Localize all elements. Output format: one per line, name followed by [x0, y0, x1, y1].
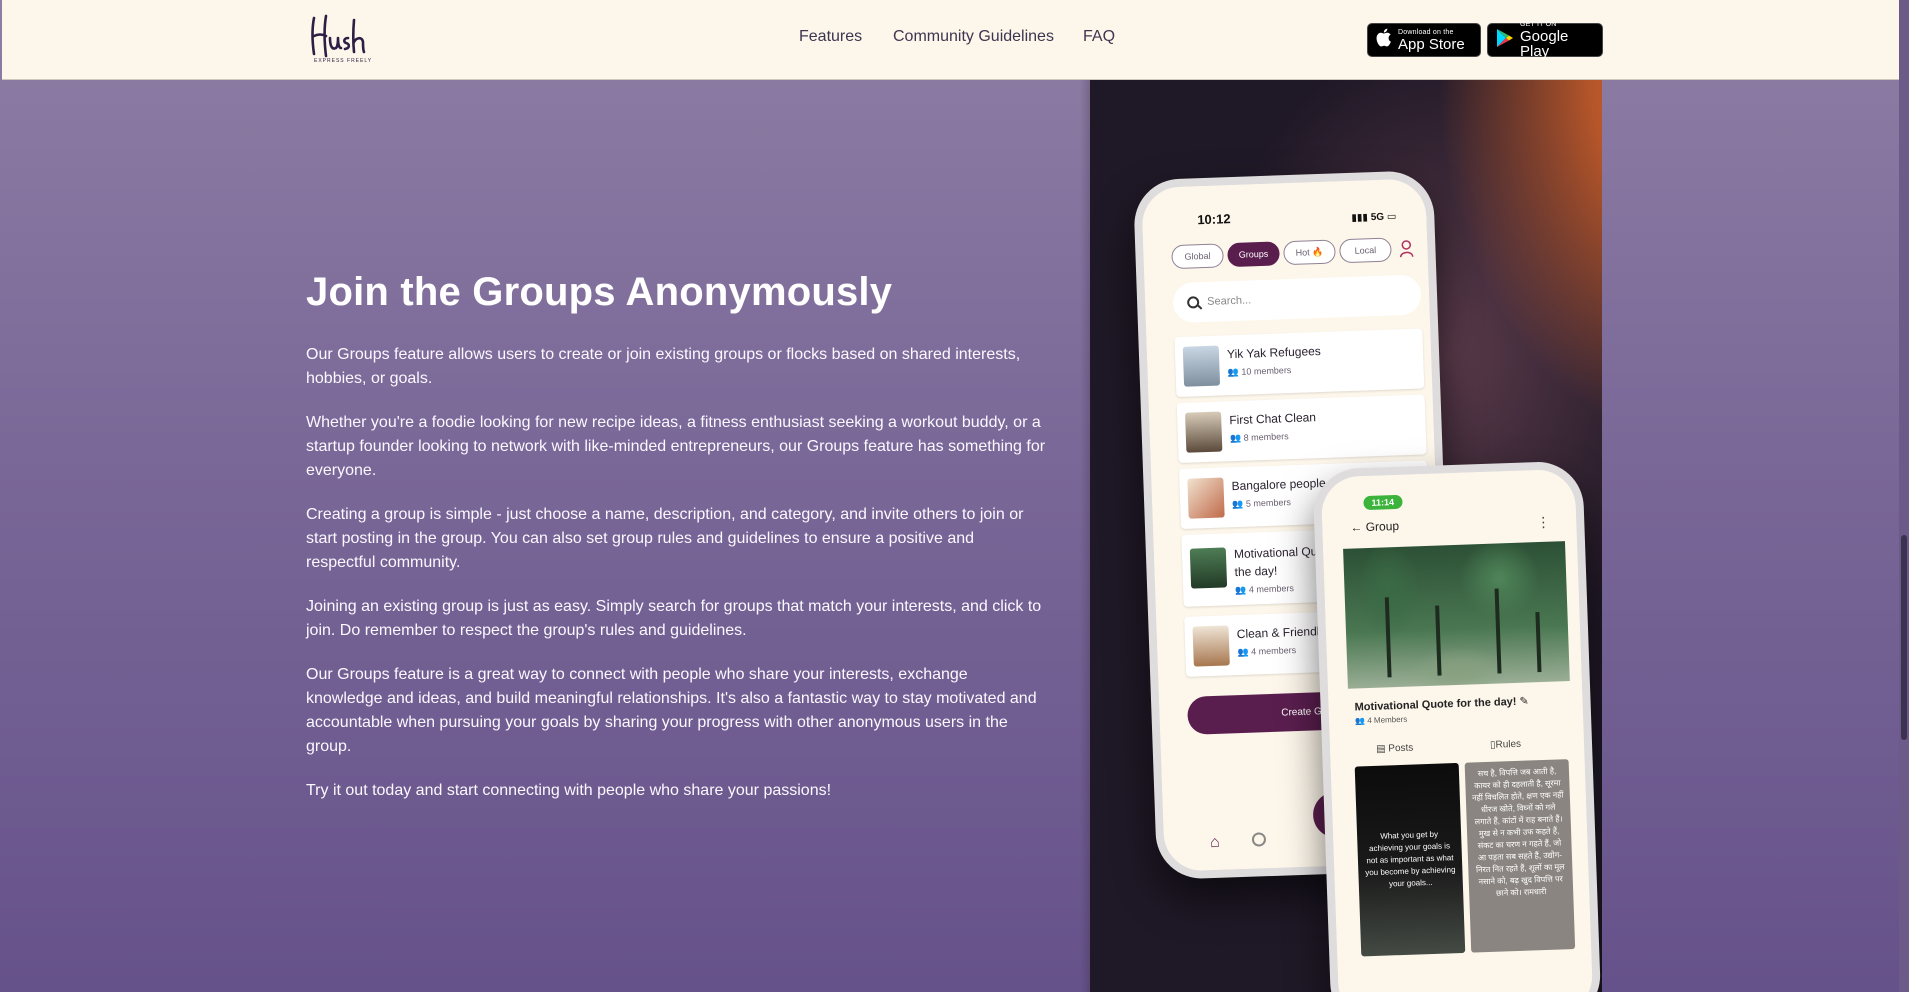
google-play-button[interactable]: GET IT ON Google Play — [1487, 21, 1603, 60]
app-store-big-text: App Store — [1398, 35, 1465, 53]
group-cover-image — [1343, 541, 1570, 689]
group-name: Yik Yak Refugees — [1226, 343, 1322, 362]
status-signal: ▮▮▮ 5G ▭ — [1351, 211, 1396, 224]
main-nav: Features Community Guidelines FAQ — [2, 28, 1905, 52]
group-members-count: 8 members — [1243, 431, 1289, 443]
tab-posts-label: Posts — [1388, 742, 1414, 755]
group-thumbnail — [1192, 625, 1230, 667]
group-thumbnail — [1185, 411, 1223, 453]
google-play-big-text: Google Play — [1520, 28, 1569, 60]
paragraph-4: Joining an existing group is just as eas… — [306, 598, 1042, 639]
members-icon: 👥 — [1227, 366, 1242, 378]
nav-faq[interactable]: FAQ — [1083, 28, 1115, 46]
tab-rules-label: Rules — [1495, 738, 1522, 751]
group-members-count: 10 members — [1241, 365, 1292, 377]
paragraph-1: Our Groups feature allows users to creat… — [306, 346, 1021, 387]
phone-screen: 11:14 ← Group ⋮ Motivational Quote for t… — [1320, 468, 1594, 992]
group-members-count: 4 members — [1250, 645, 1297, 657]
posts-icon: ▤ — [1375, 743, 1389, 755]
site-header: EXPRESS FREELY Features Community Guidel… — [2, 0, 1905, 80]
group-members: 👥 4 members — [1235, 583, 1294, 596]
network-label: 5G — [1370, 211, 1385, 224]
tab-posts[interactable]: ▤ Posts — [1376, 743, 1414, 755]
group-name: First Chat Clean — [1229, 410, 1317, 428]
scrollbar-thumb[interactable] — [1901, 535, 1907, 740]
members-icon: 👥 — [1237, 646, 1252, 658]
edit-icon[interactable]: ✎ — [1519, 695, 1529, 707]
group-name: Bangalore people — [1231, 475, 1326, 494]
group-members: 👥 4 members — [1237, 645, 1296, 658]
group-members: 👥 5 members — [1232, 497, 1291, 510]
post-text: सच है, विपत्ति जब आती है, कायर को ही दहल… — [1471, 766, 1565, 898]
home-icon[interactable]: ⌂ — [1210, 834, 1220, 852]
post-text: What you get by achieving your goals is … — [1365, 829, 1456, 889]
google-play-icon — [1496, 28, 1514, 53]
group-title: Motivational Quote for the day! ✎ — [1354, 694, 1529, 713]
group-row[interactable]: Yik Yak Refugees 👥 10 members — [1174, 328, 1425, 398]
status-time: 11:14 — [1363, 494, 1403, 511]
group-header: ← Group — [1350, 519, 1399, 535]
search-icon — [1186, 296, 1200, 309]
logo-tagline: EXPRESS FREELY — [314, 58, 373, 64]
search-nav-icon[interactable] — [1251, 832, 1267, 847]
tab-groups[interactable]: Groups — [1227, 241, 1280, 268]
nav-community-guidelines[interactable]: Community Guidelines — [893, 28, 1054, 46]
paragraph-2: Whether you're a foodie looking for new … — [306, 414, 1046, 479]
group-members: 👥 10 members — [1227, 365, 1291, 378]
members-icon: 👥 — [1232, 498, 1247, 510]
apple-icon — [1376, 28, 1392, 52]
group-thumbnail — [1189, 547, 1228, 589]
group-row[interactable]: First Chat Clean 👥 8 members — [1176, 394, 1427, 464]
section-title: Join the Groups Anonymously — [306, 270, 893, 314]
tab-local[interactable]: Local — [1339, 237, 1392, 264]
app-store-small-text: Download on the — [1398, 28, 1454, 36]
groups-section-text: Join the Groups Anonymously Our Groups f… — [306, 270, 1046, 823]
members-icon: 👥 — [1235, 584, 1250, 596]
status-time: 10:12 — [1197, 211, 1231, 228]
app-screenshot-panel: 10:12 ▮▮▮ 5G ▭ Global Groups Hot 🔥 Local… — [1090, 80, 1602, 992]
paragraph-5: Our Groups feature is a great way to con… — [306, 666, 1037, 755]
back-arrow-icon[interactable]: ← — [1350, 520, 1362, 534]
paragraph-6: Try it out today and start connecting wi… — [306, 782, 832, 799]
app-store-button[interactable]: Download on the App Store — [1367, 23, 1481, 57]
group-title-text: Motivational Quote for the day! — [1354, 695, 1517, 714]
paragraph-3: Creating a group is simple - just choose… — [306, 506, 1024, 571]
group-search-input[interactable]: Search... — [1172, 274, 1422, 324]
profile-icon[interactable] — [1399, 240, 1414, 258]
phone-group-detail: 11:14 ← Group ⋮ Motivational Quote for t… — [1312, 460, 1602, 992]
scrollbar-track[interactable] — [1899, 0, 1909, 992]
group-member-count: 👥 4 Members — [1355, 715, 1407, 726]
post-card[interactable]: What you get by achieving your goals is … — [1354, 762, 1466, 957]
google-play-small-text: GET IT ON — [1520, 21, 1557, 28]
nav-features[interactable]: Features — [799, 28, 862, 46]
members-icon: 👥 — [1229, 432, 1244, 444]
group-member-count-text: 4 Members — [1367, 714, 1408, 726]
feed-tabs: Global Groups Hot 🔥 Local — [1171, 236, 1422, 271]
tab-rules[interactable]: ▯Rules — [1490, 739, 1521, 751]
members-icon: 👥 — [1354, 716, 1368, 726]
group-thumbnail — [1182, 345, 1221, 387]
signal-icon: ▮▮▮ — [1351, 212, 1369, 224]
group-members-count: 4 members — [1248, 583, 1295, 595]
more-options-icon[interactable]: ⋮ — [1536, 514, 1551, 531]
tab-hot[interactable]: Hot 🔥 — [1283, 239, 1336, 266]
search-placeholder: Search... — [1206, 294, 1252, 308]
group-members-count: 5 members — [1245, 497, 1292, 509]
battery-icon: ▭ — [1386, 211, 1397, 223]
tab-global[interactable]: Global — [1171, 243, 1224, 270]
group-header-title: Group — [1365, 518, 1400, 535]
post-card[interactable]: सच है, विपत्ति जब आती है, कायर को ही दहल… — [1464, 759, 1576, 953]
group-members: 👥 8 members — [1230, 431, 1289, 444]
group-thumbnail — [1187, 477, 1225, 519]
